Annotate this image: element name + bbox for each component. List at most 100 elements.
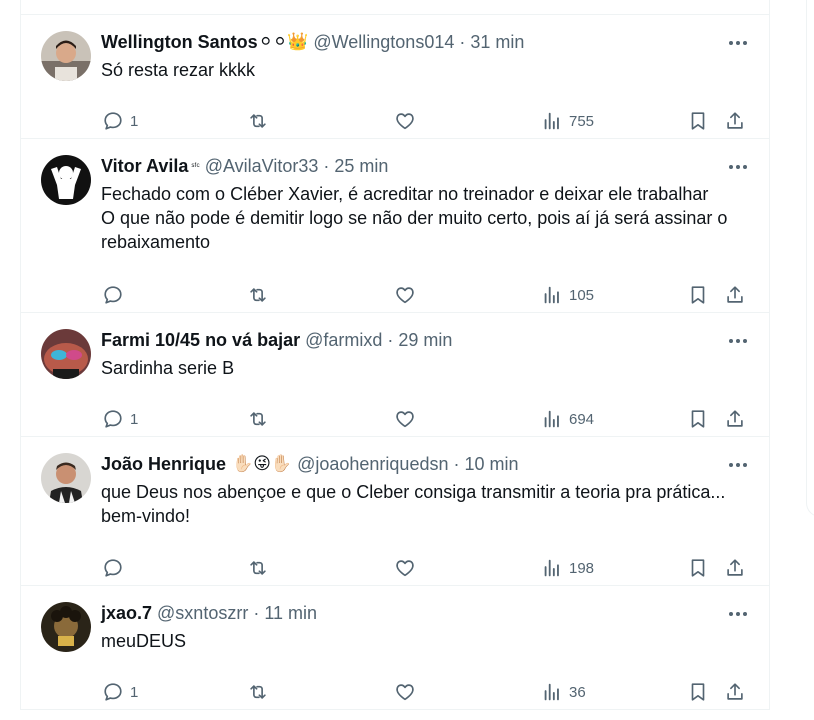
bookmark-icon [691,286,705,304]
timestamp[interactable]: 11 min [264,600,317,626]
share-button[interactable] [724,283,746,307]
reply-icon [104,559,122,577]
like-button[interactable] [394,556,416,580]
avatar[interactable] [41,329,91,379]
separator-dot: · [323,156,330,176]
bookmark-icon [691,112,705,130]
retweet-button[interactable] [247,109,269,133]
reply-button[interactable]: 1 [102,109,138,133]
reply-button[interactable]: 1 [102,407,138,431]
bookmark-button[interactable] [687,680,709,704]
user-handle[interactable]: @AvilaVitor33 [205,153,319,179]
like-icon [396,560,414,577]
views-button[interactable]: 36 [541,680,586,704]
avatar[interactable] [41,155,91,205]
like-button[interactable] [394,407,416,431]
tweet-text: Só resta rezar kkkk [101,60,256,80]
reply-count: 1 [130,410,139,428]
timestamp[interactable]: 29 min [398,327,452,353]
like-button[interactable] [394,283,416,307]
views-button[interactable]: 198 [541,556,594,580]
user-handle[interactable]: @joaohenriquedsn [297,451,448,477]
avatar[interactable] [41,602,91,652]
avatar[interactable] [41,453,91,503]
reply-icon [104,410,122,428]
retweet-button[interactable] [247,283,269,307]
tweet-text: meuDEUS [101,631,187,651]
bookmark-button[interactable] [687,109,709,133]
timestamp[interactable]: 10 min [464,451,518,477]
views-button[interactable]: 694 [541,407,594,431]
share-button[interactable] [724,556,746,580]
name-emoji: ˢᶠᶜ [191,161,200,171]
tweet-header: Wellington Santos ⚪⚪👑 @Wellingtons014 · … [101,29,753,55]
share-button[interactable] [724,680,746,704]
retweet-icon [250,288,266,302]
like-icon [396,287,414,304]
more-icon[interactable] [727,157,749,177]
retweet-button[interactable] [247,407,269,431]
like-icon [396,411,414,428]
user-handle[interactable]: @sxntoszrr [157,600,248,626]
user-handle[interactable]: @Wellingtons014 [313,29,454,55]
reply-icon [104,112,122,130]
reply-button[interactable] [102,283,130,307]
more-icon[interactable] [727,455,749,475]
retweet-icon [250,412,266,426]
tweet-text: Fechado com o Cléber Xavier, é acreditar… [101,184,728,252]
bookmark-button[interactable] [687,556,709,580]
share-icon [727,286,743,303]
views-icon [544,559,559,577]
retweet-icon [250,561,266,575]
more-icon[interactable] [727,331,749,351]
timestamp[interactable]: 25 min [334,153,388,179]
bookmark-button[interactable] [687,283,709,307]
views-count: 198 [569,559,595,577]
display-name[interactable]: Wellington Santos [101,29,258,55]
tweet[interactable]: jxao.7 @sxntoszrr · 11 min meuDEUS 1 36 [21,586,769,710]
display-name[interactable]: Farmi 10/45 no vá bajar [101,327,300,353]
tweet[interactable]: Farmi 10/45 no vá bajar @farmixd · 29 mi… [21,313,769,437]
display-name[interactable]: João Henrique [101,451,226,477]
tweet[interactable]: Wellington Santos ⚪⚪👑 @Wellingtons014 · … [21,15,769,139]
timeline-top-edge [20,0,770,14]
more-icon[interactable] [727,604,749,624]
separator-dot: · [453,454,460,474]
user-handle[interactable]: @farmixd [305,327,382,353]
views-icon [544,286,559,304]
views-button[interactable]: 105 [541,283,594,307]
share-button[interactable] [724,109,746,133]
display-name[interactable]: jxao.7 [101,600,152,626]
timestamp[interactable]: 31 min [470,29,524,55]
like-button[interactable] [394,109,416,133]
bookmark-icon [691,683,705,701]
tweet[interactable]: Vitor Avila ˢᶠᶜ @AvilaVitor33 · 25 min F… [21,139,769,313]
separator-dot: · [387,330,394,350]
more-icon[interactable] [727,33,749,53]
reply-button[interactable] [102,556,130,580]
views-count: 755 [569,112,595,130]
views-button[interactable]: 755 [541,109,594,133]
separator-dot: · [253,603,260,623]
views-icon [544,683,559,701]
retweet-icon [250,685,266,699]
display-name[interactable]: Vitor Avila [101,153,188,179]
bookmark-button[interactable] [687,407,709,431]
avatar[interactable] [41,31,91,81]
name-emoji: ✋🏻😜✋🏻 [232,454,293,473]
views-icon [544,112,559,130]
share-icon [727,410,743,427]
tweet-text: Sardinha serie B [101,358,235,378]
separator-dot: · [459,32,466,52]
share-button[interactable] [724,407,746,431]
retweet-button[interactable] [247,556,269,580]
like-button[interactable] [394,680,416,704]
reply-button[interactable]: 1 [102,680,138,704]
tweet-header: Vitor Avila ˢᶠᶜ @AvilaVitor33 · 25 min [101,153,753,179]
tweet[interactable]: João Henrique ✋🏻😜✋🏻 @joaohenriquedsn · 1… [21,437,769,586]
share-icon [727,559,743,576]
tweet-actions: 1 36 [21,670,769,718]
retweet-button[interactable] [247,680,269,704]
reply-count: 1 [130,112,139,130]
tweet-header: João Henrique ✋🏻😜✋🏻 @joaohenriquedsn · 1… [101,451,753,477]
